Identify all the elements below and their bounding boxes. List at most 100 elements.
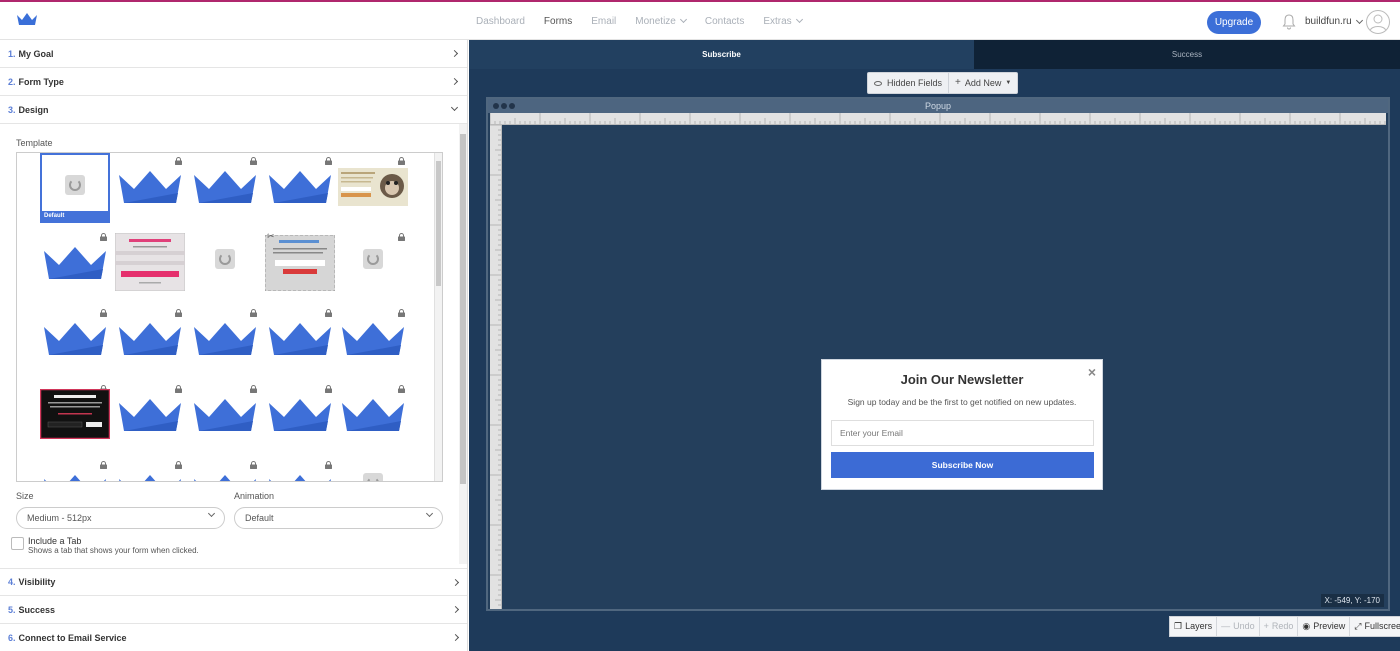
section-number: 1.: [8, 48, 16, 59]
bell-icon[interactable]: [1282, 14, 1296, 30]
crown-icon: [194, 323, 256, 355]
template-item[interactable]: [40, 229, 110, 299]
template-item[interactable]: [40, 457, 110, 481]
account-name: buildfun.ru: [1305, 16, 1352, 27]
section-success[interactable]: 5. Success: [0, 596, 467, 624]
crown-icon: [269, 475, 331, 481]
subscribe-button[interactable]: Subscribe Now: [831, 452, 1094, 478]
nav-extras[interactable]: Extras: [763, 16, 803, 27]
template-item[interactable]: [115, 457, 185, 481]
template-default[interactable]: Default: [40, 153, 110, 223]
canvas-title: Popup: [924, 101, 952, 111]
plus-icon: +: [955, 77, 961, 88]
chevron-down-icon: [425, 509, 434, 518]
form-canvas[interactable]: Popup Join Our Newsletter × Sign up toda…: [486, 97, 1390, 611]
redo-button[interactable]: + Redo: [1258, 617, 1298, 636]
animation-label: Animation: [234, 491, 275, 501]
template-item[interactable]: [190, 305, 260, 375]
nav-dashboard[interactable]: Dashboard: [476, 16, 525, 27]
template-item[interactable]: [338, 305, 408, 375]
scrollbar-thumb[interactable]: [460, 134, 466, 484]
template-item[interactable]: [265, 381, 335, 451]
button-label: Add New: [964, 78, 1002, 88]
nav-label: Monetize: [635, 15, 676, 27]
chevron-right-icon: [451, 633, 460, 642]
section-number: 4.: [8, 577, 16, 587]
template-item[interactable]: [265, 457, 335, 481]
nav-email[interactable]: Email: [591, 16, 616, 27]
template-item[interactable]: [190, 229, 260, 299]
template-item[interactable]: [338, 381, 408, 451]
button-label: Preview: [1313, 621, 1346, 631]
crown-icon: [44, 247, 106, 279]
template-item[interactable]: [190, 457, 260, 481]
chevron-right-icon: [450, 77, 459, 86]
cursor-coordinates: X: -549, Y: -170: [1320, 594, 1384, 607]
lock-icon: [175, 157, 182, 165]
preview-button[interactable]: ◉ Preview: [1297, 617, 1349, 636]
template-item[interactable]: [265, 153, 335, 223]
popup-subtitle[interactable]: Sign up today and be the first to get no…: [822, 397, 1102, 407]
lock-icon: [100, 233, 107, 241]
account-menu[interactable]: buildfun.ru: [1305, 16, 1363, 27]
include-tab-checkbox[interactable]: [11, 537, 24, 550]
template-item[interactable]: [40, 381, 110, 451]
crown-icon: [269, 399, 331, 431]
panel-scrollbar[interactable]: [459, 124, 467, 564]
animation-select[interactable]: Default: [234, 507, 443, 529]
size-select-value: Medium - 512px: [27, 513, 92, 523]
layers-button[interactable]: ❐ Layers: [1170, 617, 1216, 636]
template-item[interactable]: [338, 229, 408, 299]
template-item[interactable]: [115, 381, 185, 451]
upgrade-button[interactable]: Upgrade: [1207, 11, 1261, 34]
lock-icon: [175, 385, 182, 393]
lock-icon: [175, 461, 182, 469]
newsletter-popup[interactable]: Join Our Newsletter × Sign up today and …: [821, 359, 1103, 490]
template-item[interactable]: [40, 305, 110, 375]
template-item[interactable]: [115, 305, 185, 375]
undo-button[interactable]: — Undo: [1216, 617, 1259, 636]
hidden-fields-button[interactable]: Hidden Fields: [868, 73, 948, 93]
section-form-type[interactable]: 2. Form Type: [0, 68, 467, 96]
chevron-right-icon: [451, 578, 460, 587]
size-select[interactable]: Medium - 512px: [16, 507, 225, 529]
nav-label: Forms: [543, 15, 573, 27]
main-nav: Dashboard Forms Email Monetize Contacts …: [476, 2, 821, 40]
template-item[interactable]: [265, 305, 335, 375]
template-item[interactable]: ✂: [265, 229, 335, 299]
section-number: 3.: [8, 104, 16, 115]
template-item[interactable]: [190, 153, 260, 223]
crown-icon: [194, 475, 256, 481]
email-field[interactable]: Enter your Email: [831, 420, 1094, 446]
chevron-down-icon: [207, 509, 216, 518]
section-email-service[interactable]: 6. Connect to Email Service: [0, 624, 467, 651]
tab-success[interactable]: Success: [974, 40, 1400, 69]
user-icon: [1369, 14, 1387, 32]
fullscreen-button[interactable]: ⤢ Fullscreen: [1349, 617, 1400, 636]
nav-monetize[interactable]: Monetize: [635, 15, 687, 27]
template-item[interactable]: [115, 229, 185, 299]
template-item[interactable]: [115, 153, 185, 223]
popup-title[interactable]: Join Our Newsletter: [822, 372, 1102, 387]
nav-forms[interactable]: Forms: [544, 16, 572, 27]
avatar[interactable]: [1366, 10, 1390, 34]
add-new-button[interactable]: + Add New ▼: [948, 73, 1017, 93]
lock-icon: [398, 385, 405, 393]
section-my-goal[interactable]: 1. My Goal: [0, 40, 467, 68]
template-item[interactable]: [338, 457, 408, 481]
animation-select-value: Default: [245, 513, 274, 523]
nav-contacts[interactable]: Contacts: [705, 16, 744, 27]
section-design[interactable]: 3. Design: [0, 96, 467, 124]
scrollbar-thumb[interactable]: [436, 161, 441, 286]
button-label: Layers: [1185, 621, 1213, 631]
template-item[interactable]: [338, 153, 408, 223]
section-visibility[interactable]: 4. Visibility: [0, 568, 467, 596]
vertical-ruler: [490, 125, 502, 609]
crown-logo-icon[interactable]: [16, 12, 38, 28]
close-icon[interactable]: ×: [1088, 364, 1096, 380]
template-item[interactable]: [190, 381, 260, 451]
template-scrollbar[interactable]: [434, 153, 442, 481]
layers-icon: ❐: [1174, 621, 1183, 631]
template-thumbnail-icon: [40, 389, 110, 439]
tab-subscribe[interactable]: Subscribe: [469, 40, 974, 69]
